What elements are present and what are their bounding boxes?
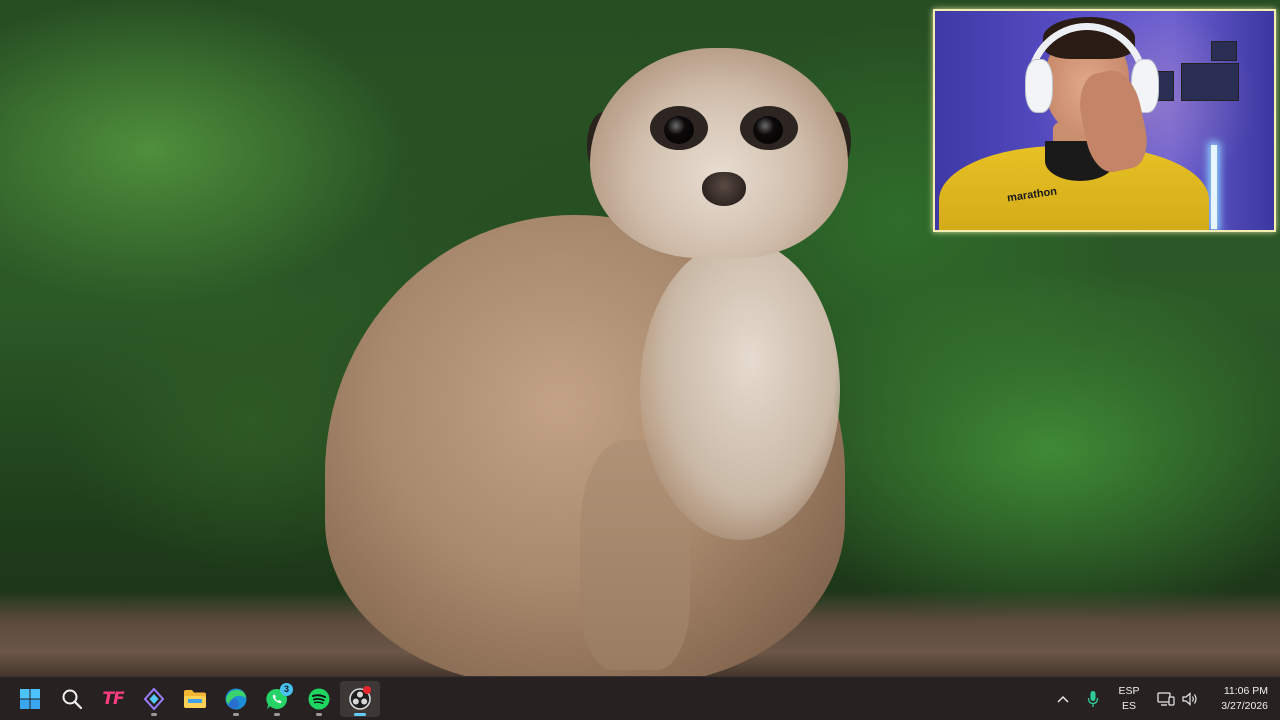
clock-time: 11:06 PM [1223,685,1268,697]
running-indicator [354,713,366,716]
tf-app-button[interactable]: TF [93,681,133,717]
network-icon [1157,692,1175,706]
recording-indicator [363,686,371,694]
language-code: ESP [1118,685,1140,697]
quick-settings-button[interactable] [1152,681,1204,717]
clock-button[interactable]: 11:06 PM 3/27/2026 [1206,681,1268,717]
whatsapp-notification-badge: 3 [280,683,293,696]
search-icon [62,689,83,710]
microphone-button[interactable] [1082,681,1104,717]
meerkat-head [590,48,848,258]
diamond-app-button[interactable] [134,681,174,717]
microphone-icon [1087,691,1099,707]
clock-date: 3/27/2026 [1221,700,1268,712]
running-indicator [151,713,157,716]
edge-icon [225,688,247,710]
start-button[interactable] [10,681,50,717]
windows-logo-icon [20,689,40,709]
webcam-wall-sign [1211,41,1237,61]
running-indicator [274,713,280,716]
show-hidden-icons-button[interactable] [1052,681,1074,717]
folder-icon [184,690,206,708]
taskbar: TF 3 ESP ES 11:06 PM 3/27/2026 [0,676,1280,720]
webcam-led-light [1211,145,1217,229]
tf-logo-icon: TF [102,689,124,709]
whatsapp-button[interactable]: 3 [257,681,297,717]
obs-studio-button[interactable] [340,681,380,717]
language-switcher[interactable]: ESP ES [1112,681,1146,717]
meerkat-eye-right [753,116,783,144]
running-indicator [316,713,322,716]
file-explorer-button[interactable] [175,681,215,717]
search-button[interactable] [52,681,92,717]
edge-browser-button[interactable] [216,681,256,717]
spotify-icon [308,688,330,710]
meerkat-chest [640,240,840,540]
diamond-icon [144,688,164,710]
meerkat-eye-left [664,116,694,144]
spotify-button[interactable] [299,681,339,717]
volume-icon [1182,692,1197,706]
meerkat-nose [702,172,746,206]
running-indicator [233,713,239,716]
chevron-up-icon [1057,695,1069,703]
webcam-overlay: marathon [933,9,1276,232]
webcam-wall-poster [1181,63,1239,101]
keyboard-layout: ES [1121,700,1136,712]
headphone-earcup-left [1025,59,1053,113]
